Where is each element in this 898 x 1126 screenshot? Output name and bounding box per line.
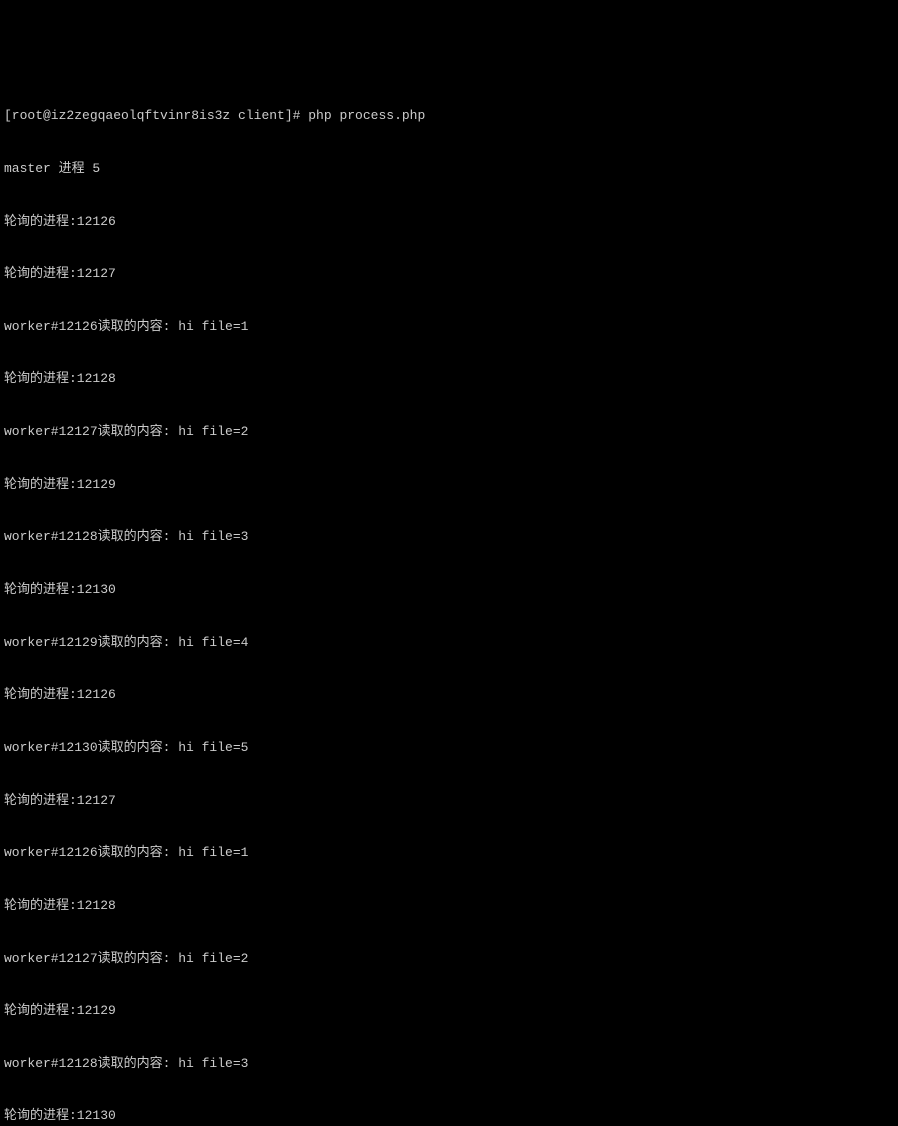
terminal-line: worker#12130读取的内容: hi file=5 <box>4 739 894 757</box>
terminal-line: 轮询的进程:12127 <box>4 265 894 283</box>
terminal-line: 轮询的进程:12129 <box>4 476 894 494</box>
terminal-line: 轮询的进程:12126 <box>4 686 894 704</box>
terminal-output[interactable]: [root@iz2zegqaeolqftvinr8is3z client]# p… <box>4 72 894 1126</box>
terminal-line: 轮询的进程:12127 <box>4 792 894 810</box>
terminal-line: worker#12129读取的内容: hi file=4 <box>4 634 894 652</box>
terminal-line: 轮询的进程:12129 <box>4 1002 894 1020</box>
terminal-line: worker#12128读取的内容: hi file=3 <box>4 528 894 546</box>
terminal-line: 轮询的进程:12130 <box>4 1107 894 1125</box>
terminal-line: worker#12126读取的内容: hi file=1 <box>4 318 894 336</box>
terminal-line: 轮询的进程:12128 <box>4 897 894 915</box>
terminal-line: master 进程 5 <box>4 160 894 178</box>
terminal-line: 轮询的进程:12130 <box>4 581 894 599</box>
terminal-line: worker#12126读取的内容: hi file=1 <box>4 844 894 862</box>
terminal-line: worker#12127读取的内容: hi file=2 <box>4 423 894 441</box>
terminal-line: worker#12128读取的内容: hi file=3 <box>4 1055 894 1073</box>
terminal-line: worker#12127读取的内容: hi file=2 <box>4 950 894 968</box>
terminal-line: 轮询的进程:12128 <box>4 370 894 388</box>
terminal-line: [root@iz2zegqaeolqftvinr8is3z client]# p… <box>4 107 894 125</box>
terminal-line: 轮询的进程:12126 <box>4 213 894 231</box>
